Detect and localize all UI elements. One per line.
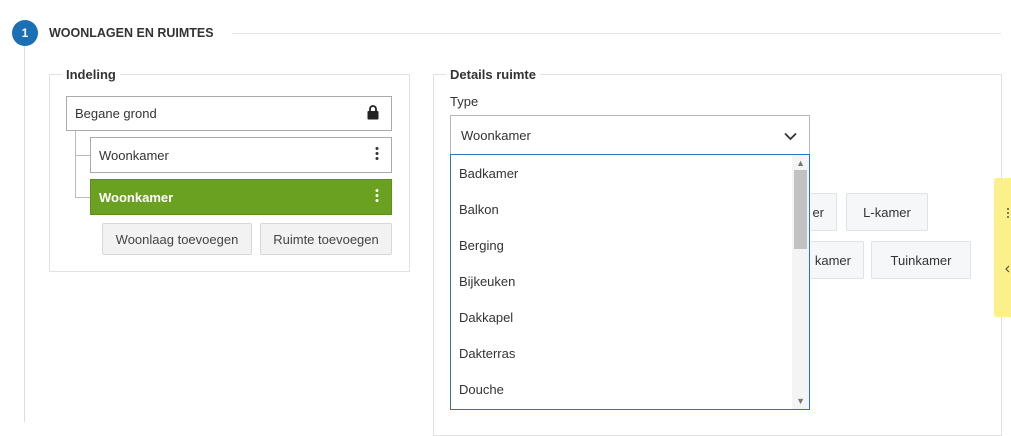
tree-connector	[75, 197, 90, 198]
tree-connector	[75, 130, 76, 197]
feedback-side-tab[interactable]	[994, 178, 1011, 317]
floor-node-label: Begane grond	[75, 106, 157, 121]
room-node-woonkamer[interactable]: Woonkamer	[90, 137, 392, 173]
dropdown-option[interactable]: Badkamer	[459, 166, 518, 181]
dropdown-option[interactable]: Balkon	[459, 202, 499, 217]
room-type-chip-tuinkamer[interactable]: Tuinkamer	[871, 241, 971, 279]
room-node-label: Woonkamer	[99, 147, 169, 163]
more-vertical-icon[interactable]	[375, 147, 379, 164]
dropdown-option[interactable]: Dakterras	[459, 346, 515, 361]
add-room-button[interactable]: Ruimte toevoegen	[260, 223, 392, 255]
details-legend: Details ruimte	[446, 67, 540, 82]
room-type-select[interactable]: Woonkamer	[450, 115, 810, 155]
room-type-chip-l-kamer[interactable]: L-kamer	[846, 193, 928, 231]
section-divider	[232, 33, 1001, 34]
room-node-label: Woonkamer	[99, 189, 174, 205]
room-node-woonkamer-active[interactable]: Woonkamer	[90, 179, 392, 215]
lock-icon	[367, 104, 379, 123]
chevron-down-icon	[784, 129, 797, 144]
dropdown-scrollbar[interactable]: ▲ ▼	[792, 155, 809, 409]
indeling-legend: Indeling	[62, 67, 120, 82]
room-type-select-value: Woonkamer	[461, 127, 531, 143]
step-connector-line	[24, 46, 25, 422]
more-vertical-icon[interactable]	[375, 189, 379, 206]
floor-node-begane-grond[interactable]: Begane grond	[66, 96, 392, 131]
dropdown-option[interactable]: Bijkeuken	[459, 274, 515, 289]
scrollbar-thumb[interactable]	[794, 170, 807, 249]
add-floor-button[interactable]: Woonlaag toevoegen	[102, 223, 252, 255]
dropdown-option[interactable]: Berging	[459, 238, 504, 253]
scroll-up-arrow-icon[interactable]: ▲	[796, 158, 805, 168]
scroll-down-arrow-icon[interactable]: ▼	[796, 396, 805, 406]
step-number-badge: 1	[12, 20, 38, 46]
side-tab-icons	[1005, 208, 1010, 273]
room-type-dropdown[interactable]: Badkamer Balkon Berging Bijkeuken Dakkap…	[450, 154, 810, 410]
dropdown-option[interactable]: Douche	[459, 382, 504, 397]
type-label: Type	[450, 94, 479, 109]
dropdown-option[interactable]: Dakkapel	[459, 310, 513, 325]
section-title: WOONLAGEN EN RUIMTES	[49, 26, 214, 40]
tree-connector	[75, 155, 90, 156]
